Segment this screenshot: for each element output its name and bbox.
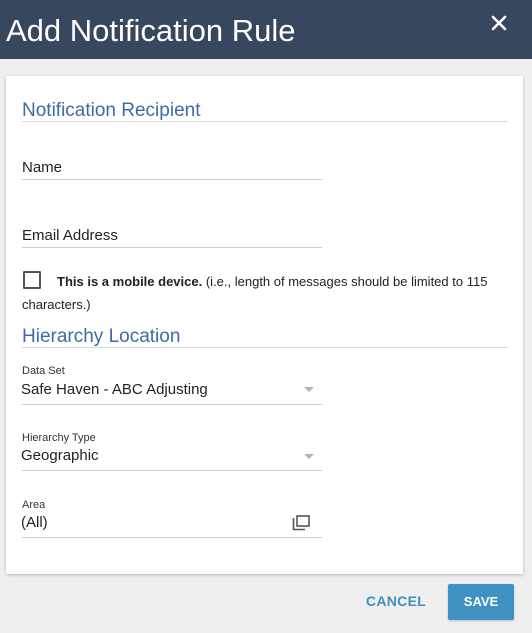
data-set-label: Data Set [22, 365, 65, 377]
area-underline [22, 537, 322, 538]
cancel-button[interactable]: CANCEL [360, 590, 432, 612]
mobile-device-bold: This is a mobile device. [57, 274, 203, 289]
hierarchy-type-underline [22, 470, 322, 471]
data-set-underline [22, 404, 322, 405]
dialog-title: Add Notification Rule [6, 13, 296, 48]
hierarchy-type-value: Geographic [21, 447, 99, 464]
chevron-down-icon [304, 387, 314, 392]
area-value: (All) [21, 514, 48, 531]
email-underline [22, 247, 322, 248]
name-label: Name [22, 159, 63, 176]
area-label: Area [22, 499, 46, 511]
chevron-down-icon [304, 454, 314, 459]
data-set-value: Safe Haven - ABC Adjusting [21, 381, 208, 398]
email-label: Email Address [22, 227, 118, 244]
save-button[interactable]: SAVE [448, 584, 514, 620]
close-icon [491, 15, 507, 31]
section-title-hierarchy: Hierarchy Location [22, 326, 181, 347]
section-divider [22, 347, 508, 348]
dialog-header: Add Notification Rule [0, 0, 532, 59]
section-divider [22, 121, 508, 122]
form-card: Notification Recipient Name Email Addres… [6, 76, 523, 574]
mobile-device-label: This is a mobile device. (i.e., length o… [22, 270, 498, 316]
hierarchy-type-label: Hierarchy Type [22, 432, 96, 444]
close-button[interactable] [486, 10, 512, 36]
name-underline [22, 179, 322, 180]
copy-icon[interactable] [292, 515, 310, 531]
section-title-recipient: Notification Recipient [22, 100, 201, 121]
